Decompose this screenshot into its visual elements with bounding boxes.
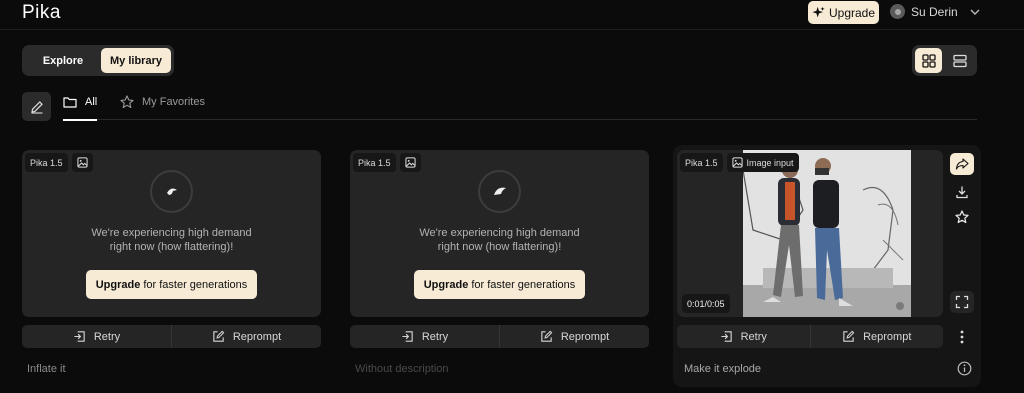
avatar bbox=[890, 4, 905, 19]
folder-icon bbox=[63, 97, 77, 108]
sparkle-icon bbox=[812, 6, 825, 18]
download-button[interactable] bbox=[950, 181, 974, 203]
pika-logo[interactable]: Pika bbox=[22, 2, 61, 24]
view-switch: Explore My library bbox=[22, 45, 174, 76]
generation-card: Pika 1.5 We're experiencing high demand … bbox=[22, 150, 321, 317]
library-tabs: All My Favorites bbox=[63, 92, 977, 121]
star-icon bbox=[955, 210, 969, 224]
retry-icon bbox=[402, 331, 413, 342]
user-menu[interactable]: Su Derin bbox=[890, 4, 980, 19]
video-thumbnail[interactable] bbox=[743, 150, 911, 317]
pencil-icon bbox=[30, 100, 43, 114]
retry-icon bbox=[74, 331, 85, 342]
reprompt-label: Reprompt bbox=[560, 330, 610, 343]
generation-card: Pika 1.5 We're experiencing high demand … bbox=[350, 150, 649, 317]
image-input-label: Image input bbox=[746, 157, 794, 168]
status-message: We're experiencing high demand right now… bbox=[419, 227, 580, 253]
video-frame bbox=[743, 150, 911, 317]
card-badges: Pika 1.5 Image input bbox=[680, 153, 799, 172]
top-bar: Pika Upgrade Su Derin bbox=[0, 0, 1024, 30]
card-badges: Pika 1.5 bbox=[25, 153, 93, 172]
model-badge: Pika 1.5 bbox=[353, 153, 396, 172]
fullscreen-icon bbox=[955, 295, 969, 309]
reprompt-label: Reprompt bbox=[232, 330, 282, 343]
favorite-button[interactable] bbox=[950, 206, 974, 228]
image-icon bbox=[76, 157, 88, 168]
prompt-caption: Make it explode bbox=[684, 363, 762, 375]
grid-view-button[interactable] bbox=[915, 48, 942, 73]
tab-my-favorites[interactable]: My Favorites bbox=[120, 95, 205, 109]
grid-icon bbox=[921, 53, 936, 68]
reprompt-icon bbox=[541, 330, 553, 342]
cta-text: for faster generations bbox=[143, 278, 248, 291]
user-name: Su Derin bbox=[911, 4, 958, 19]
list-icon bbox=[952, 54, 967, 67]
image-badge bbox=[399, 153, 421, 172]
cta-text: for faster generations bbox=[471, 278, 576, 291]
download-icon bbox=[956, 186, 968, 199]
retry-label: Retry bbox=[740, 330, 767, 343]
card-actions: Retry Reprompt bbox=[22, 325, 321, 348]
my-library-button[interactable]: My library bbox=[101, 48, 171, 73]
chevron-down-icon bbox=[970, 9, 980, 15]
list-view-button[interactable] bbox=[946, 48, 973, 73]
share-icon bbox=[955, 158, 969, 170]
reprompt-button[interactable]: Reprompt bbox=[171, 325, 321, 348]
reprompt-icon bbox=[213, 330, 225, 342]
retry-button[interactable]: Retry bbox=[350, 325, 499, 348]
cta-bold: Upgrade bbox=[423, 278, 469, 291]
card-actions: Retry Reprompt bbox=[677, 325, 943, 348]
tab-all[interactable]: All bbox=[63, 95, 98, 121]
status-message: We're experiencing high demand right now… bbox=[91, 227, 252, 253]
reprompt-label: Reprompt bbox=[863, 330, 912, 343]
reprompt-button[interactable]: Reprompt bbox=[499, 325, 649, 348]
retry-icon bbox=[721, 331, 732, 342]
retry-label: Retry bbox=[93, 330, 121, 343]
explore-button[interactable]: Explore bbox=[25, 48, 101, 73]
star-icon bbox=[120, 95, 134, 109]
retry-label: Retry bbox=[421, 330, 449, 343]
video-card[interactable]: Pika 1.5 Image input 0:01/0:05 bbox=[677, 150, 943, 317]
tab-all-label: All bbox=[85, 96, 98, 108]
fullscreen-button[interactable] bbox=[950, 291, 974, 313]
loading-icon bbox=[493, 187, 506, 195]
image-badge bbox=[71, 153, 93, 172]
upgrade-faster-button[interactable]: Upgrade for faster generations bbox=[414, 270, 585, 299]
more-options-icon[interactable] bbox=[955, 329, 969, 345]
image-icon bbox=[731, 157, 743, 168]
card-actions: Retry Reprompt bbox=[350, 325, 649, 348]
model-badge: Pika 1.5 bbox=[25, 153, 68, 172]
layout-toggle bbox=[912, 45, 977, 76]
tab-favorites-label: My Favorites bbox=[142, 96, 205, 108]
prompt-caption: Inflate it bbox=[27, 363, 66, 375]
reprompt-icon bbox=[843, 330, 855, 342]
loading-spinner bbox=[478, 170, 521, 213]
upgrade-button[interactable]: Upgrade bbox=[808, 1, 879, 24]
card-badges: Pika 1.5 bbox=[353, 153, 421, 172]
retry-button[interactable]: Retry bbox=[677, 325, 810, 348]
prompt-caption: Without description bbox=[355, 363, 449, 375]
share-button[interactable] bbox=[950, 153, 974, 175]
cta-bold: Upgrade bbox=[95, 278, 141, 291]
edit-button[interactable] bbox=[22, 92, 51, 121]
image-input-badge: Image input bbox=[726, 153, 799, 172]
video-time: 0:01/0:05 bbox=[682, 294, 730, 313]
loading-spinner bbox=[150, 170, 193, 213]
retry-button[interactable]: Retry bbox=[22, 325, 171, 348]
reprompt-button[interactable]: Reprompt bbox=[809, 325, 944, 348]
upgrade-faster-button[interactable]: Upgrade for faster generations bbox=[86, 270, 257, 299]
model-badge: Pika 1.5 bbox=[680, 153, 723, 172]
loading-icon bbox=[166, 188, 177, 195]
upgrade-label: Upgrade bbox=[828, 5, 876, 20]
image-icon bbox=[404, 157, 416, 168]
info-icon[interactable] bbox=[957, 361, 972, 376]
